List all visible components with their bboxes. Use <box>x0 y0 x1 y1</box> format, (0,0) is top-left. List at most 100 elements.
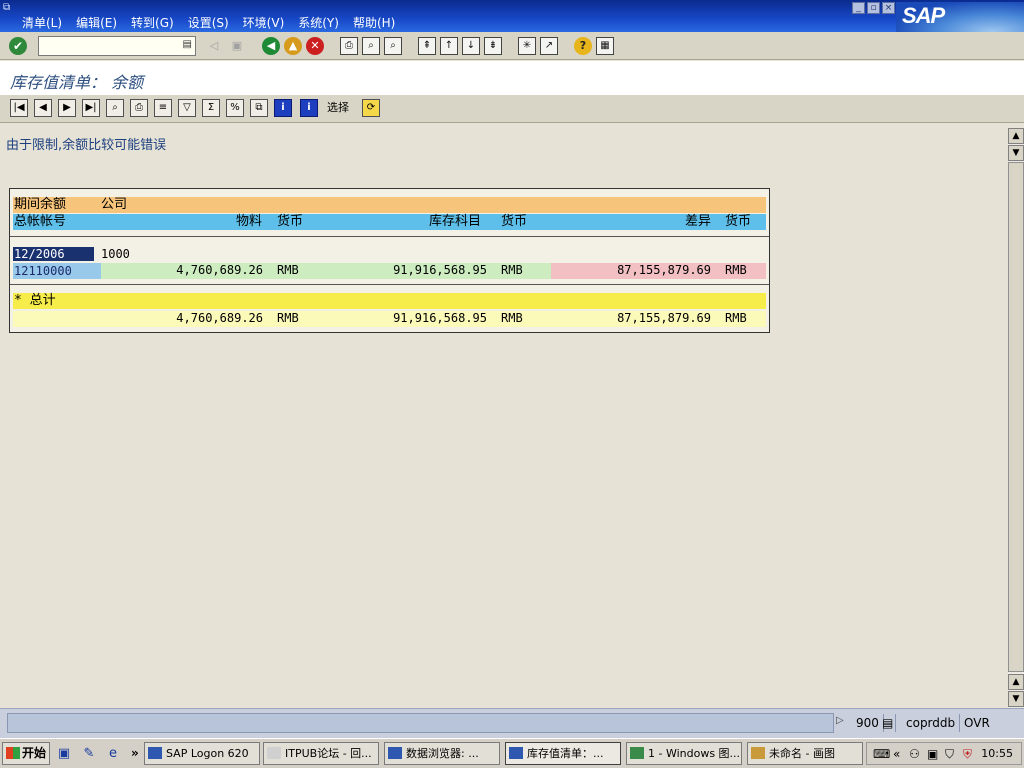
find-next-icon[interactable]: ⌕ <box>384 37 402 55</box>
last-page-icon[interactable]: ⇟ <box>484 37 502 55</box>
quicklaunch-more-icon[interactable]: » <box>131 746 139 760</box>
restriction-notice: 由于限制,余额比较可能错误 <box>6 138 167 153</box>
refresh-icon[interactable]: ⟳ <box>362 99 380 117</box>
minimize-icon[interactable]: _ <box>852 2 865 14</box>
menu-bar: ⧉ 清单(L) 编辑(E) 转到(G) 设置(S) 环境(V) 系统(Y) 帮助… <box>0 0 1024 32</box>
task-stock-value-list[interactable]: 库存值清单：... <box>505 742 621 765</box>
header-currency-2: 货币 <box>501 214 528 229</box>
restore-icon[interactable]: ▫ <box>867 2 880 14</box>
select-button[interactable]: 选择 <box>322 99 354 117</box>
network-icon[interactable]: ⚇ <box>909 745 920 763</box>
insert-mode[interactable]: OVR <box>960 714 994 732</box>
task-label: 数据浏览器: ... <box>406 747 479 760</box>
task-itpub[interactable]: ITPUB论坛 - 回... <box>263 742 379 765</box>
exit-icon[interactable]: ▲ <box>284 37 302 55</box>
sap-gui-icon <box>509 747 523 759</box>
next-icon[interactable]: ▶ <box>58 99 76 117</box>
menu-items: 清单(L) 编辑(E) 转到(G) 设置(S) 环境(V) 系统(Y) 帮助(H… <box>22 14 395 31</box>
task-paint[interactable]: 未命名 - 画图 <box>747 742 863 765</box>
balance-report: 期间余额 公司 总帐帐号 物料 货币 库存科目 货币 差异 货币 12/2006… <box>9 188 770 333</box>
quicklaunch-app-icon[interactable]: ✎ <box>80 745 98 763</box>
details-icon[interactable]: ⌕ <box>106 99 124 117</box>
next-page-icon[interactable]: ↓ <box>462 37 480 55</box>
menu-environment[interactable]: 环境(V) <box>243 14 285 31</box>
previous-page-icon[interactable]: ↑ <box>440 37 458 55</box>
first-page-icon[interactable]: ⇞ <box>418 37 436 55</box>
currency-3-value: RMB <box>725 263 747 277</box>
show-desktop-icon[interactable]: ▣ <box>55 745 73 763</box>
filter-icon[interactable]: ▽ <box>178 99 196 117</box>
start-button[interactable]: 开始 <box>2 742 50 765</box>
sort-icon[interactable]: ≡ <box>154 99 172 117</box>
export-icon[interactable]: ⧉ <box>250 99 268 117</box>
windows-logo-icon <box>6 747 20 759</box>
previous-icon[interactable]: ◀ <box>34 99 52 117</box>
menu-settings[interactable]: 设置(S) <box>188 14 229 31</box>
system-menu-icon[interactable]: ⧉ <box>3 2 17 13</box>
start-label: 开始 <box>22 746 47 760</box>
info-detail-icon[interactable]: i <box>300 99 318 117</box>
menu-help[interactable]: 帮助(H) <box>353 14 395 31</box>
system-info-icon[interactable]: ▤ <box>880 714 897 732</box>
header-period-balance: 期间余额 <box>14 197 67 212</box>
total-difference-value: 87,155,879.69 <box>617 311 711 325</box>
header-difference: 差异 <box>685 214 712 229</box>
status-expand-icon[interactable]: ▷ <box>836 715 844 726</box>
scroll-bottom-icon[interactable]: ▼ <box>1008 691 1024 707</box>
header-gl-account: 总帐帐号 <box>14 214 67 229</box>
scroll-top-icon[interactable]: ▲ <box>1008 128 1024 144</box>
header-separator <box>10 236 769 237</box>
application-toolbar: |◀ ◀ ▶ ▶| ⌕ ⎙ ≡ ▽ Σ % ⧉ i i 选择 ⟳ <box>0 95 1024 123</box>
scroll-down-icon[interactable]: ▲ <box>1008 674 1024 690</box>
enter-check-icon[interactable]: ✔ <box>9 37 27 55</box>
account-cell[interactable]: 12110000 <box>13 263 101 279</box>
task-label: 未命名 - 画图 <box>769 747 835 760</box>
menu-list[interactable]: 清单(L) <box>22 14 62 31</box>
close-icon[interactable]: × <box>882 2 895 14</box>
security-icon[interactable]: ⛉ <box>945 745 954 763</box>
currency-1-value: RMB <box>277 263 299 277</box>
task-data-browser[interactable]: 数据浏览器: ... <box>384 742 500 765</box>
tray-expand-icon[interactable]: « <box>893 745 900 763</box>
task-sap-logon[interactable]: SAP Logon 620 <box>144 742 260 765</box>
print-icon[interactable]: ⎙ <box>340 37 358 55</box>
subtotal-icon[interactable]: % <box>226 99 244 117</box>
back-icon[interactable]: ◀ <box>262 37 280 55</box>
vertical-scrollbar[interactable]: ▲ ▼ ▲ ▼ <box>1008 128 1024 708</box>
internet-explorer-icon[interactable]: e <box>104 745 122 763</box>
material-value: 4,760,689.26 <box>176 263 263 277</box>
command-history-icon[interactable]: ▤ <box>183 39 192 50</box>
task-label: ITPUB论坛 - 回... <box>285 747 372 760</box>
create-session-icon[interactable]: ✳ <box>518 37 536 55</box>
table-row[interactable]: 12110000 4,760,689.26 RMB 91,916,568.95 … <box>13 263 766 279</box>
menu-edit[interactable]: 编辑(E) <box>76 14 117 31</box>
menu-goto[interactable]: 转到(G) <box>131 14 174 31</box>
last-icon[interactable]: ▶| <box>82 99 100 117</box>
keyboard-icon[interactable]: ⌨ <box>873 745 890 763</box>
shield-icon[interactable]: ⛨ <box>963 745 972 763</box>
scroll-thumb[interactable] <box>1008 162 1024 672</box>
layout-menu-icon[interactable]: ▦ <box>596 37 614 55</box>
shortcut-icon[interactable]: ↗ <box>540 37 558 55</box>
taskbar: 开始 ▣ ✎ e » SAP Logon 620 ITPUB论坛 - 回... … <box>0 738 1024 768</box>
sap-logo: SAP <box>896 2 1024 32</box>
cancel-icon[interactable]: ✕ <box>306 37 324 55</box>
command-field[interactable]: ▤ <box>38 36 196 56</box>
header-company: 公司 <box>101 197 128 212</box>
find-icon[interactable]: ⌕ <box>362 37 380 55</box>
total-currency-3: RMB <box>725 311 747 325</box>
print-preview-icon[interactable]: ⎙ <box>130 99 148 117</box>
first-icon[interactable]: |◀ <box>10 99 28 117</box>
currency-2-value: RMB <box>501 263 523 277</box>
difference-value: 87,155,879.69 <box>617 263 711 277</box>
sum-icon[interactable]: Σ <box>202 99 220 117</box>
task-windows-picture[interactable]: 1 - Windows 图... <box>626 742 742 765</box>
paint-icon <box>751 747 765 759</box>
clock[interactable]: 10:55 <box>981 745 1013 763</box>
menu-system[interactable]: 系统(Y) <box>298 14 339 31</box>
period-value[interactable]: 12/2006 <box>13 247 94 261</box>
info-icon[interactable]: i <box>274 99 292 117</box>
monitor-icon[interactable]: ▣ <box>927 745 938 763</box>
scroll-up-icon[interactable]: ▼ <box>1008 145 1024 161</box>
help-icon[interactable]: ? <box>574 37 592 55</box>
